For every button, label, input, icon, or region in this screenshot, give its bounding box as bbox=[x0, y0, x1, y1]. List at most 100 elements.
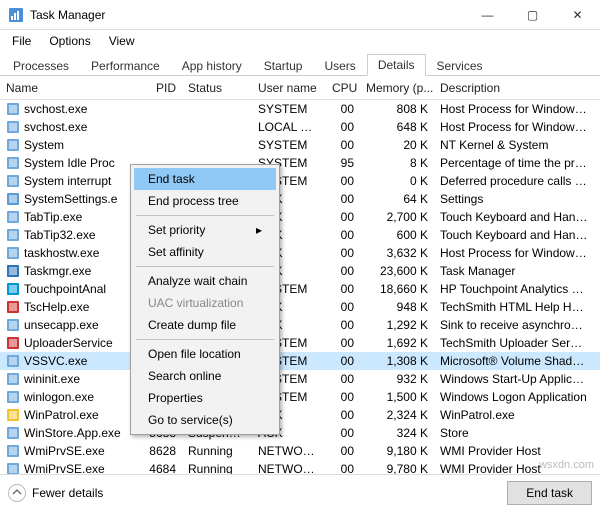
cell-memory: 3,632 K bbox=[360, 246, 434, 260]
cell-cpu: 00 bbox=[326, 462, 360, 474]
cell-memory: 23,600 K bbox=[360, 264, 434, 278]
close-button[interactable]: ✕ bbox=[555, 0, 600, 30]
details-grid: Name PID Status User name CPU Memory (p.… bbox=[0, 76, 600, 474]
context-menu: End taskEnd process tree Set priority▸Set… bbox=[130, 164, 280, 435]
ctx-properties[interactable]: Properties bbox=[134, 387, 276, 409]
cell-cpu: 00 bbox=[326, 192, 360, 206]
ctx-set-priority[interactable]: Set priority▸ bbox=[134, 219, 276, 241]
table-row[interactable]: UploaderServiceSYSTEM001,692 KTechSmith … bbox=[0, 334, 600, 352]
cell-name: WinStore.App.exe bbox=[0, 426, 134, 440]
cell-memory: 9,180 K bbox=[360, 444, 434, 458]
menu-view[interactable]: View bbox=[101, 32, 143, 50]
cell-name: taskhostw.exe bbox=[0, 246, 134, 260]
cell-memory: 1,292 K bbox=[360, 318, 434, 332]
ctx-analyze-wait-chain[interactable]: Analyze wait chain bbox=[134, 270, 276, 292]
table-row[interactable]: TscHelp.exeACK00948 KTechSmith HTML Help… bbox=[0, 298, 600, 316]
cell-description: Host Process for Windows Services bbox=[434, 120, 594, 134]
table-row[interactable]: unsecapp.exeACK001,292 KSink to receive … bbox=[0, 316, 600, 334]
table-row[interactable]: WmiPrvSE.exe8628RunningNETWORK...009,180… bbox=[0, 442, 600, 460]
footer: Fewer details End task bbox=[0, 474, 600, 510]
cell-description: Store bbox=[434, 426, 594, 440]
cell-name: winlogon.exe bbox=[0, 390, 134, 404]
tab-strip: ProcessesPerformanceApp historyStartupUs… bbox=[0, 52, 600, 76]
cell-name: WmiPrvSE.exe bbox=[0, 462, 134, 474]
ctx-go-to-service-s-[interactable]: Go to service(s) bbox=[134, 409, 276, 431]
ctx-open-file-location[interactable]: Open file location bbox=[134, 343, 276, 365]
ctx-set-affinity[interactable]: Set affinity bbox=[134, 241, 276, 263]
end-task-button[interactable]: End task bbox=[507, 481, 592, 505]
table-row[interactable]: TabTip32.exeACK00600 KTouch Keyboard and… bbox=[0, 226, 600, 244]
cell-memory: 948 K bbox=[360, 300, 434, 314]
cell-cpu: 95 bbox=[326, 156, 360, 170]
tab-users[interactable]: Users bbox=[313, 55, 366, 76]
table-row[interactable]: TabTip.exeACK002,700 KTouch Keyboard and… bbox=[0, 208, 600, 226]
cell-user: LOCAL SE... bbox=[252, 120, 326, 134]
ctx-create-dump-file[interactable]: Create dump file bbox=[134, 314, 276, 336]
col-status[interactable]: Status bbox=[182, 81, 252, 95]
table-row[interactable]: svchost.exeSYSTEM00808 KHost Process for… bbox=[0, 100, 600, 118]
table-row[interactable]: TouchpointAnalSYSTEM0018,660 KHP Touchpo… bbox=[0, 280, 600, 298]
table-row[interactable]: System Idle ProcSYSTEM958 KPercentage of… bbox=[0, 154, 600, 172]
cell-memory: 18,660 K bbox=[360, 282, 434, 296]
cell-memory: 648 K bbox=[360, 120, 434, 134]
minimize-button[interactable]: — bbox=[465, 0, 510, 30]
tab-services[interactable]: Services bbox=[426, 55, 494, 76]
chevron-right-icon: ▸ bbox=[256, 223, 262, 237]
table-row[interactable]: taskhostw.exeACK003,632 KHost Process fo… bbox=[0, 244, 600, 262]
col-description[interactable]: Description bbox=[434, 81, 594, 95]
cell-memory: 324 K bbox=[360, 426, 434, 440]
cell-cpu: 00 bbox=[326, 408, 360, 422]
tab-performance[interactable]: Performance bbox=[80, 55, 171, 76]
col-pid[interactable]: PID bbox=[134, 81, 182, 95]
table-row[interactable]: Taskmgr.exeACK0023,600 KTask Manager bbox=[0, 262, 600, 280]
cell-cpu: 00 bbox=[326, 318, 360, 332]
table-row[interactable]: System interruptSYSTEM000 KDeferred proc… bbox=[0, 172, 600, 190]
cell-description: TechSmith Uploader Service bbox=[434, 336, 594, 350]
cell-name: TscHelp.exe bbox=[0, 300, 134, 314]
column-headers: Name PID Status User name CPU Memory (p.… bbox=[0, 76, 600, 100]
table-row[interactable]: WinPatrol.exe8456RunningACK002,324 KWinP… bbox=[0, 406, 600, 424]
separator bbox=[136, 215, 274, 216]
tab-app-history[interactable]: App history bbox=[171, 55, 253, 76]
cell-description: Touch Keyboard and Handwriting Pa... bbox=[434, 228, 594, 242]
table-row[interactable]: winlogon.exe844RunningSYSTEM001,500 KWin… bbox=[0, 388, 600, 406]
cell-user: SYSTEM bbox=[252, 138, 326, 152]
cell-memory: 0 K bbox=[360, 174, 434, 188]
col-name[interactable]: Name bbox=[0, 81, 134, 95]
cell-cpu: 00 bbox=[326, 246, 360, 260]
tab-details[interactable]: Details bbox=[367, 54, 426, 76]
col-memory[interactable]: Memory (p... bbox=[360, 81, 434, 95]
cell-cpu: 00 bbox=[326, 300, 360, 314]
ctx-end-task[interactable]: End task bbox=[134, 168, 276, 190]
table-row[interactable]: wininit.exe996RunningSYSTEM00932 KWindow… bbox=[0, 370, 600, 388]
cell-name: VSSVC.exe bbox=[0, 354, 134, 368]
cell-name: WinPatrol.exe bbox=[0, 408, 134, 422]
cell-name: svchost.exe bbox=[0, 102, 134, 116]
table-row[interactable]: VSSVC.exe2436RunningSYSTEM001,308 KMicro… bbox=[0, 352, 600, 370]
cell-name: wininit.exe bbox=[0, 372, 134, 386]
ctx-search-online[interactable]: Search online bbox=[134, 365, 276, 387]
col-user[interactable]: User name bbox=[252, 81, 326, 95]
ctx-end-process-tree[interactable]: End process tree bbox=[134, 190, 276, 212]
cell-memory: 1,500 K bbox=[360, 390, 434, 404]
table-row[interactable]: WinStore.App.exe5688SuspendedACK00324 KS… bbox=[0, 424, 600, 442]
table-row[interactable]: WmiPrvSE.exe4684RunningNETWORK...009,780… bbox=[0, 460, 600, 474]
fewer-details-button[interactable]: Fewer details bbox=[8, 484, 103, 502]
table-row[interactable]: SystemSettings.eACK0064 KSettings bbox=[0, 190, 600, 208]
maximize-button[interactable]: ▢ bbox=[510, 0, 555, 30]
menu-bar: FileOptionsView bbox=[0, 30, 600, 52]
cell-pid: 8628 bbox=[134, 444, 182, 458]
tab-startup[interactable]: Startup bbox=[253, 55, 314, 76]
tab-processes[interactable]: Processes bbox=[2, 55, 80, 76]
menu-options[interactable]: Options bbox=[41, 32, 98, 50]
table-row[interactable]: SystemSYSTEM0020 KNT Kernel & System bbox=[0, 136, 600, 154]
menu-file[interactable]: File bbox=[4, 32, 39, 50]
cell-cpu: 00 bbox=[326, 444, 360, 458]
cell-name: System interrupt bbox=[0, 174, 134, 188]
cell-memory: 64 K bbox=[360, 192, 434, 206]
cell-memory: 1,308 K bbox=[360, 354, 434, 368]
table-row[interactable]: svchost.exeLOCAL SE...00648 KHost Proces… bbox=[0, 118, 600, 136]
col-cpu[interactable]: CPU bbox=[326, 81, 360, 95]
fewer-details-label: Fewer details bbox=[32, 486, 103, 500]
task-manager-icon bbox=[8, 7, 24, 23]
